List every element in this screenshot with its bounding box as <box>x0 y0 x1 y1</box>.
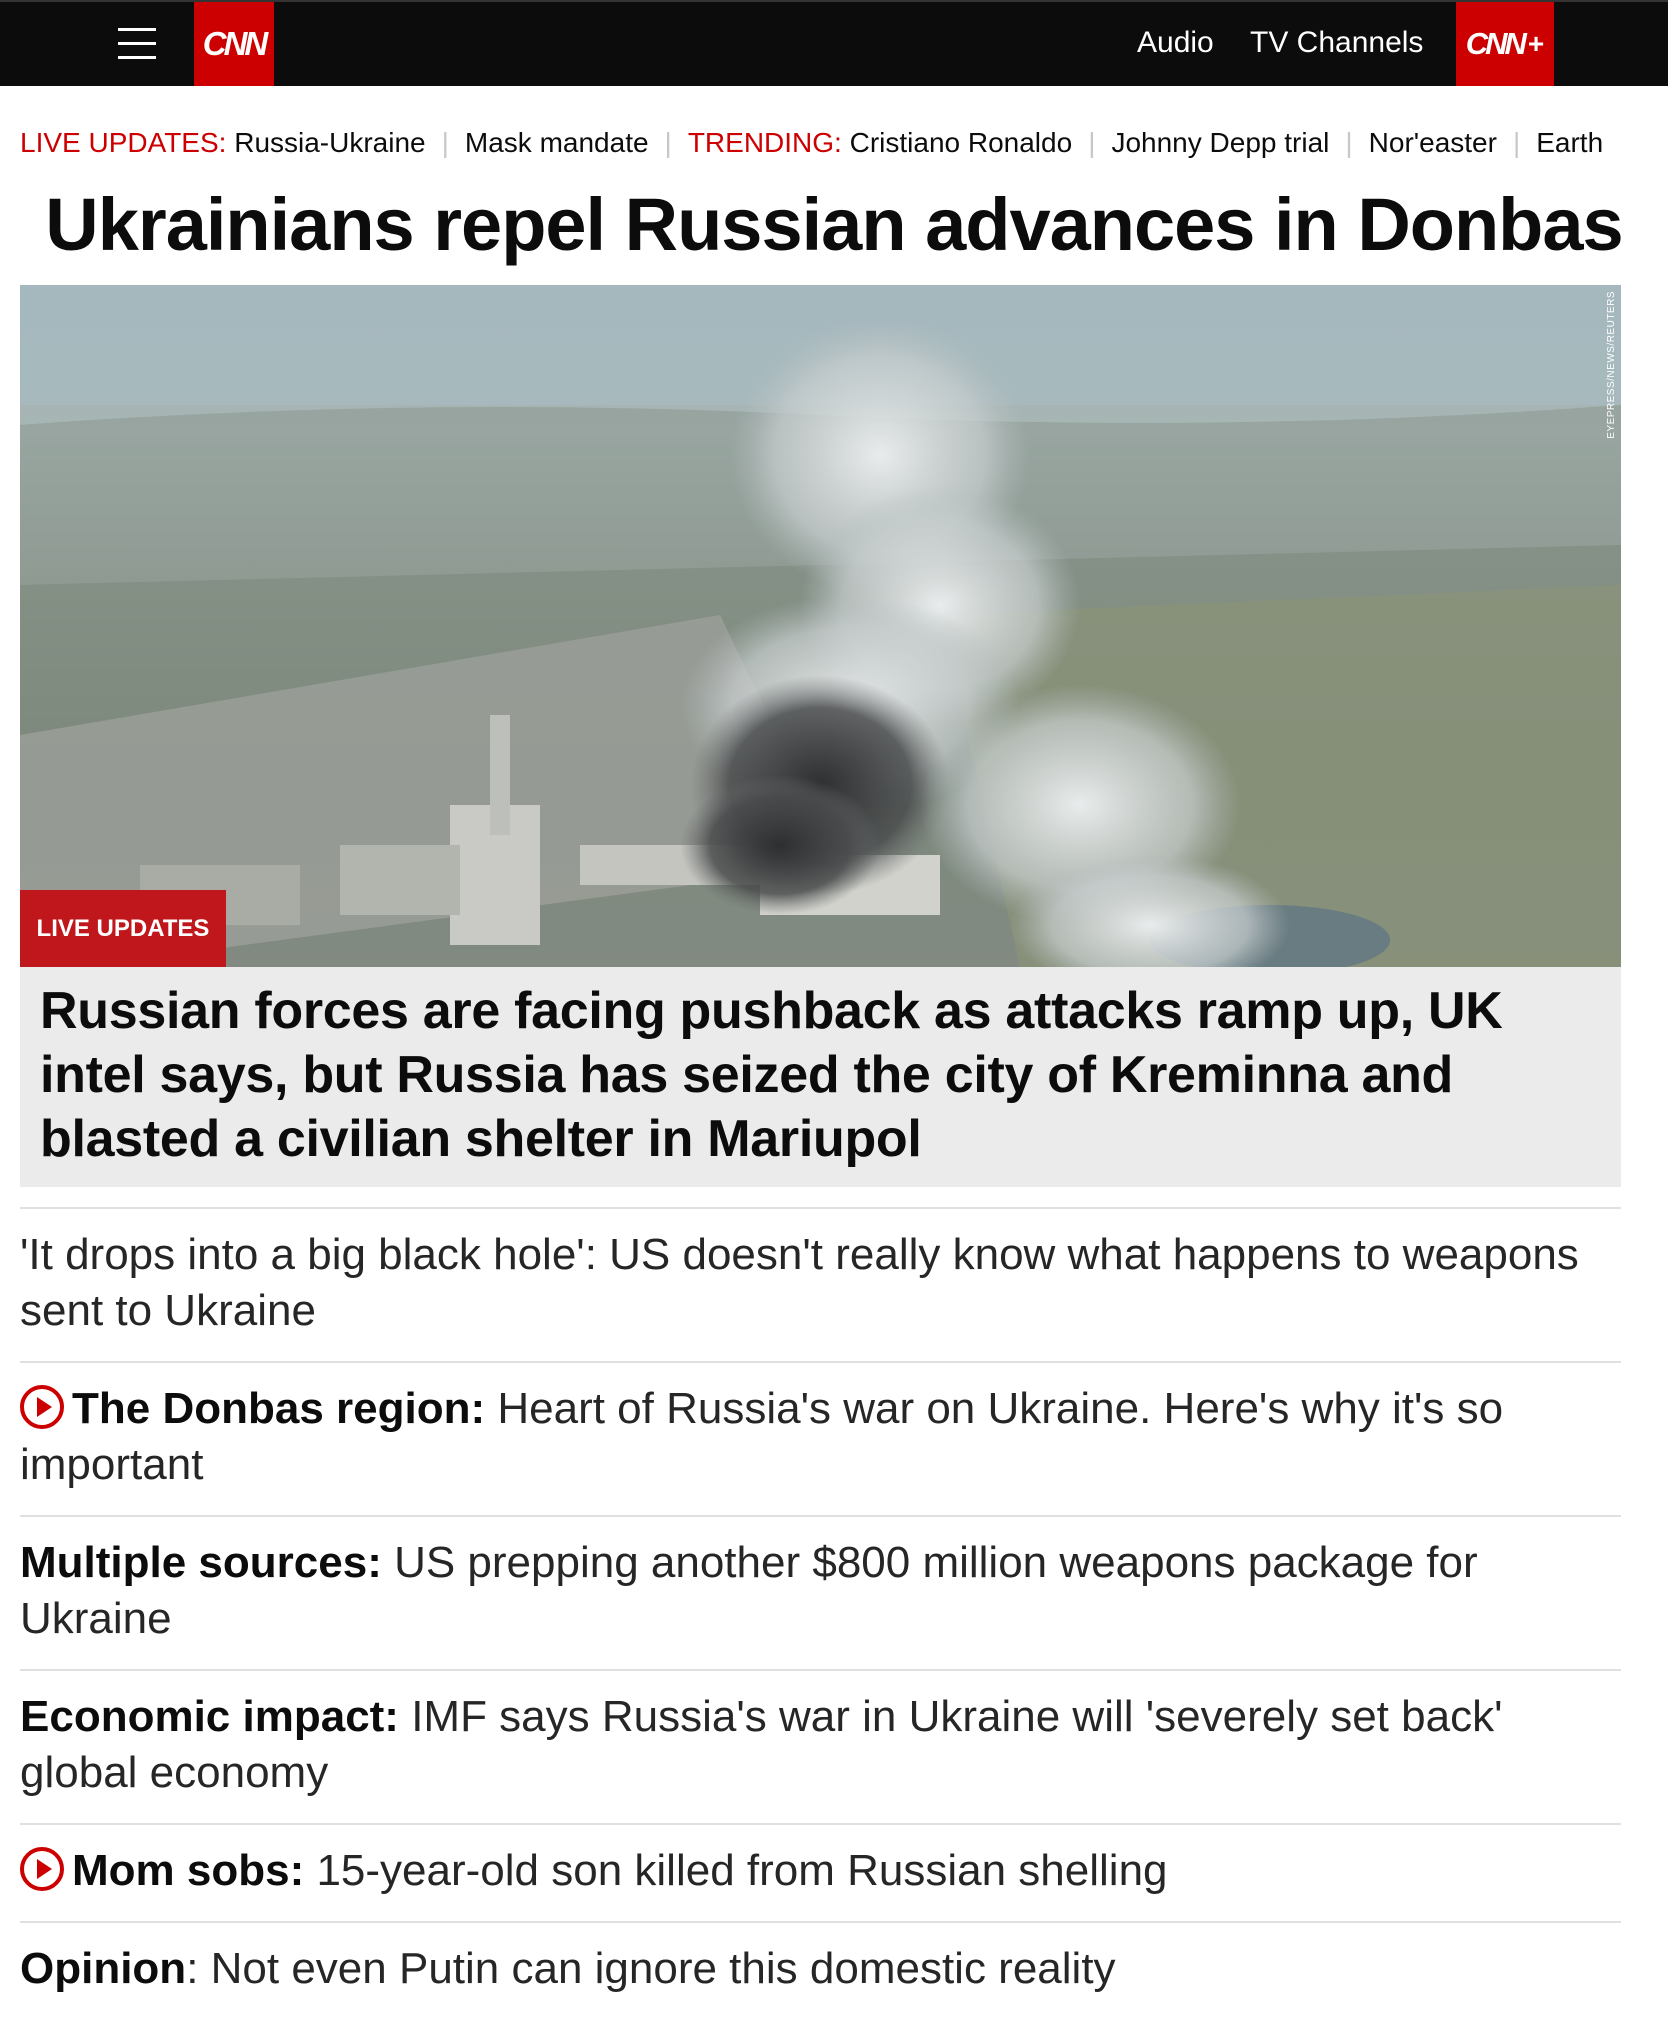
story-text: 'It drops into a big black hole': US doe… <box>20 1230 1579 1335</box>
aerial-smoke-scene-illustration <box>20 285 1621 967</box>
story-kicker: Economic impact: <box>20 1692 399 1741</box>
trending-item-russia-ukraine[interactable]: Russia-Ukraine <box>234 127 425 158</box>
trending-item-earth[interactable]: Earth <box>1536 127 1603 158</box>
video-play-icon <box>20 1385 64 1429</box>
nav-tv-channels-link[interactable]: TV Channels <box>1250 26 1423 60</box>
photo-credit: EYEPRESS/NEWS/REUTERS <box>1606 291 1617 439</box>
live-updates-label: LIVE UPDATES: <box>20 127 227 158</box>
cnn-logo[interactable]: CNN <box>194 2 274 86</box>
story-item[interactable]: The Donbas region: Heart of Russia's war… <box>20 1361 1621 1513</box>
trending-item-ronaldo[interactable]: Cristiano Ronaldo <box>850 127 1073 158</box>
trending-item-depp-trial[interactable]: Johnny Depp trial <box>1111 127 1329 158</box>
trending-bar: LIVE UPDATES: Russia-Ukraine | Mask mandat… <box>20 127 1604 158</box>
hero-caption-box[interactable]: Russian forces are facing pushback as at… <box>20 967 1621 1187</box>
hamburger-menu-icon[interactable] <box>118 28 156 60</box>
story-item[interactable]: Opinion: Not even Putin can ignore this … <box>20 1921 1621 2023</box>
story-text: : Not even Putin can ignore this domesti… <box>186 1944 1116 1993</box>
story-text: 15-year-old son killed from Russian shel… <box>304 1846 1168 1895</box>
video-play-icon <box>20 1847 64 1891</box>
trending-item-noreaster[interactable]: Nor'easter <box>1369 127 1497 158</box>
hero-image[interactable]: EYEPRESS/NEWS/REUTERS <box>20 285 1621 967</box>
story-kicker: Opinion <box>20 1944 187 1993</box>
story-kicker: Multiple sources: <box>20 1538 382 1587</box>
story-kicker: Mom sobs: <box>72 1846 305 1895</box>
story-item[interactable]: 'It drops into a big black hole': US doe… <box>20 1207 1621 1359</box>
nav-audio-link[interactable]: Audio <box>1137 26 1214 60</box>
main-headline[interactable]: Ukrainians repel Russian advances in Don… <box>0 180 1668 270</box>
story-item[interactable]: Mom sobs: 15-year-old son killed from Ru… <box>20 1823 1621 1919</box>
live-updates-badge: LIVE UPDATES <box>20 890 226 967</box>
story-kicker: The Donbas region: <box>72 1384 486 1433</box>
top-navigation-bar: CNN Audio TV Channels CNN + <box>0 0 1668 86</box>
hero-caption: Russian forces are facing pushback as at… <box>40 982 1503 1168</box>
trending-item-mask-mandate[interactable]: Mask mandate <box>465 127 649 158</box>
trending-label: TRENDING: <box>687 127 842 158</box>
story-item[interactable]: Economic impact: IMF says Russia's war i… <box>20 1669 1621 1821</box>
story-item[interactable]: Multiple sources: US prepping another $8… <box>20 1515 1621 1667</box>
cnn-plus-logo[interactable]: CNN + <box>1456 2 1554 86</box>
